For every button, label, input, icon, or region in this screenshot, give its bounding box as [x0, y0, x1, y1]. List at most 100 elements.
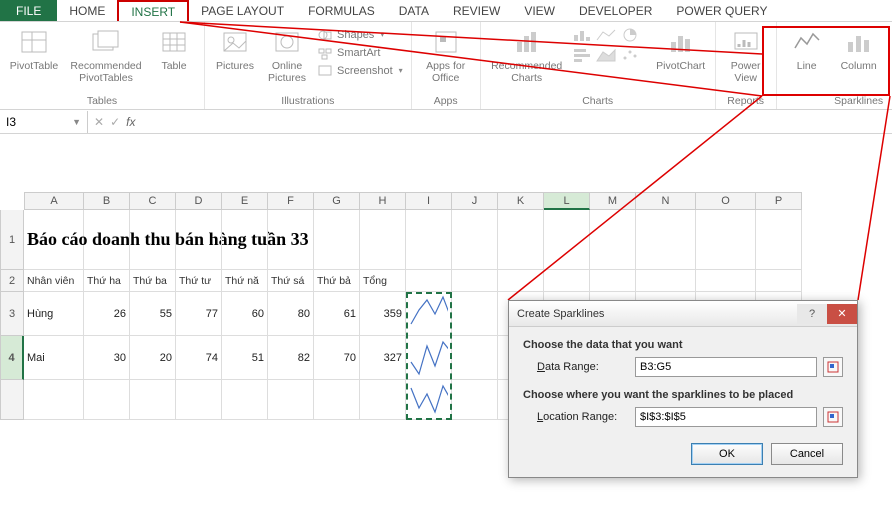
- recommended-pivottables-button[interactable]: Recommended PivotTables: [66, 26, 146, 84]
- name-box[interactable]: I3 ▼: [0, 111, 88, 133]
- cell-B2[interactable]: Thứ ha: [84, 270, 130, 292]
- location-range-refedit-button[interactable]: [823, 407, 843, 427]
- col-E[interactable]: E: [222, 192, 268, 210]
- col-N[interactable]: N: [636, 192, 696, 210]
- pivotchart-button[interactable]: PivotChart: [653, 26, 709, 72]
- cell-H1[interactable]: [360, 210, 406, 270]
- cell-A4[interactable]: Mai: [24, 336, 84, 380]
- cell-D3[interactable]: 77: [176, 292, 222, 336]
- cell-K1[interactable]: [498, 210, 544, 270]
- chart-column-icon[interactable]: [571, 26, 593, 44]
- cell-F1[interactable]: [268, 210, 314, 270]
- tab-file[interactable]: FILE: [0, 0, 57, 21]
- col-C[interactable]: C: [130, 192, 176, 210]
- cell-C1[interactable]: [130, 210, 176, 270]
- chart-pie-icon[interactable]: [619, 26, 641, 44]
- cell-I3-sparkline[interactable]: [406, 292, 452, 336]
- cell-D4[interactable]: 74: [176, 336, 222, 380]
- cell-E3[interactable]: 60: [222, 292, 268, 336]
- data-range-refedit-button[interactable]: [823, 357, 843, 377]
- cell-G2[interactable]: Thứ bả: [314, 270, 360, 292]
- cell-N2[interactable]: [636, 270, 696, 292]
- data-range-input[interactable]: [635, 357, 817, 377]
- col-M[interactable]: M: [590, 192, 636, 210]
- dialog-help-button[interactable]: ?: [797, 304, 827, 324]
- rowhead-2[interactable]: 2: [0, 270, 24, 292]
- tab-power-query[interactable]: POWER QUERY: [664, 0, 779, 21]
- cell-F4[interactable]: 82: [268, 336, 314, 380]
- tab-review[interactable]: REVIEW: [441, 0, 512, 21]
- cell-A2[interactable]: Nhân viên: [24, 270, 84, 292]
- cell-G4[interactable]: 70: [314, 336, 360, 380]
- chart-line-icon[interactable]: [595, 26, 617, 44]
- cell-E4[interactable]: 51: [222, 336, 268, 380]
- col-A[interactable]: A: [24, 192, 84, 210]
- table-button[interactable]: Table: [150, 26, 198, 72]
- screenshot-button[interactable]: Screenshot▾: [315, 62, 405, 80]
- cell-K2[interactable]: [498, 270, 544, 292]
- col-G[interactable]: G: [314, 192, 360, 210]
- location-range-input[interactable]: [635, 407, 817, 427]
- col-D[interactable]: D: [176, 192, 222, 210]
- apps-for-office-button[interactable]: Apps for Office: [418, 26, 474, 84]
- cell-E2[interactable]: Thứ nă: [222, 270, 268, 292]
- rowhead-3[interactable]: 3: [0, 292, 24, 336]
- col-F[interactable]: F: [268, 192, 314, 210]
- cell-B1[interactable]: [84, 210, 130, 270]
- cell-A5[interactable]: [24, 380, 84, 420]
- cell-C4[interactable]: 20: [130, 336, 176, 380]
- cell-P1[interactable]: [756, 210, 802, 270]
- cell-O2[interactable]: [696, 270, 756, 292]
- cell-F3[interactable]: 80: [268, 292, 314, 336]
- name-box-dropdown-icon[interactable]: ▼: [72, 117, 81, 127]
- col-P[interactable]: P: [756, 192, 802, 210]
- col-H[interactable]: H: [360, 192, 406, 210]
- cell-F2[interactable]: Thứ sá: [268, 270, 314, 292]
- rowhead-1[interactable]: 1: [0, 210, 24, 270]
- rowhead-4[interactable]: 4: [0, 336, 24, 380]
- power-view-button[interactable]: Power View: [722, 26, 770, 84]
- tab-view[interactable]: VIEW: [512, 0, 567, 21]
- ok-button[interactable]: OK: [691, 443, 763, 465]
- cell-J2[interactable]: [452, 270, 498, 292]
- tab-developer[interactable]: DEVELOPER: [567, 0, 664, 21]
- cell-I4-sparkline[interactable]: [406, 336, 452, 380]
- cancel-button[interactable]: Cancel: [771, 443, 843, 465]
- cell-H2[interactable]: Tổng: [360, 270, 406, 292]
- col-L[interactable]: L: [544, 192, 590, 210]
- cell-H3[interactable]: 359: [360, 292, 406, 336]
- cell-I5-sparkline[interactable]: [406, 380, 452, 420]
- cell-A3[interactable]: Hùng: [24, 292, 84, 336]
- recommended-charts-button[interactable]: Recommended Charts: [487, 26, 567, 84]
- enter-formula-icon[interactable]: ✓: [110, 115, 120, 129]
- chart-area-icon[interactable]: [595, 46, 617, 64]
- cell-J1[interactable]: [452, 210, 498, 270]
- cancel-formula-icon[interactable]: ✕: [94, 115, 104, 129]
- cell-J3[interactable]: [452, 292, 498, 336]
- chart-bar-icon[interactable]: [571, 46, 593, 64]
- pivottable-button[interactable]: PivotTable: [6, 26, 62, 72]
- tab-formulas[interactable]: FORMULAS: [296, 0, 387, 21]
- tab-page-layout[interactable]: PAGE LAYOUT: [189, 0, 296, 21]
- cell-N1[interactable]: [636, 210, 696, 270]
- cell-H4[interactable]: 327: [360, 336, 406, 380]
- fx-icon[interactable]: fx: [126, 115, 135, 129]
- cell-M1[interactable]: [590, 210, 636, 270]
- col-I[interactable]: I: [406, 192, 452, 210]
- cell-A1[interactable]: Báo cáo doanh thu bán hàng tuần 33: [24, 210, 84, 270]
- cell-E1[interactable]: [222, 210, 268, 270]
- tab-insert[interactable]: INSERT: [117, 0, 189, 21]
- col-O[interactable]: O: [696, 192, 756, 210]
- cell-O1[interactable]: [696, 210, 756, 270]
- tab-data[interactable]: DATA: [387, 0, 441, 21]
- sparkline-winloss-button[interactable]: Win/ Loss: [887, 26, 892, 84]
- col-B[interactable]: B: [84, 192, 130, 210]
- cell-B4[interactable]: 30: [84, 336, 130, 380]
- smartart-button[interactable]: SmartArt: [315, 44, 405, 62]
- cell-I1[interactable]: [406, 210, 452, 270]
- dialog-close-button[interactable]: ✕: [827, 304, 857, 324]
- cell-P2[interactable]: [756, 270, 802, 292]
- col-K[interactable]: K: [498, 192, 544, 210]
- chart-scatter-icon[interactable]: [619, 46, 641, 64]
- cell-L2[interactable]: [544, 270, 590, 292]
